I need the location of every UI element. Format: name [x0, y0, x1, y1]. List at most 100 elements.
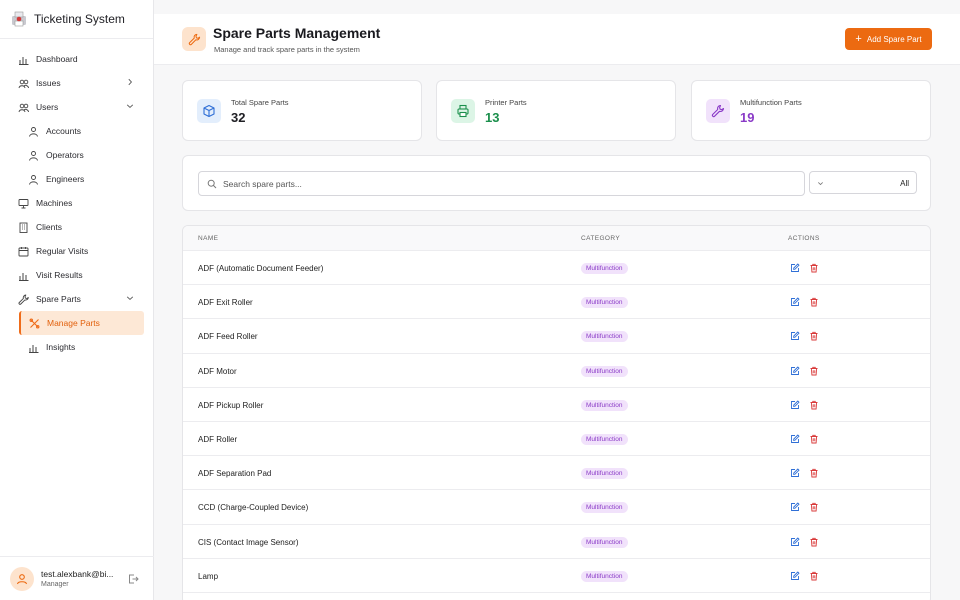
table-row: CCD (Charge-Coupled Device) Multifunction	[183, 490, 930, 525]
delete-icon[interactable]	[809, 263, 819, 273]
sidebar-item-issues[interactable]: Issues	[0, 71, 153, 95]
users-icon	[18, 102, 29, 113]
table-header: NAME CATEGORY ACTIONS	[183, 226, 930, 251]
printer-icon	[451, 99, 475, 123]
edit-icon[interactable]	[790, 400, 800, 410]
chevron-down-icon[interactable]	[126, 294, 134, 302]
sidebar-item-dashboard[interactable]: Dashboard	[0, 47, 153, 71]
package-icon	[197, 99, 221, 123]
edit-icon[interactable]	[790, 331, 800, 341]
sidebar-item-manage-parts[interactable]: Manage Parts	[19, 311, 144, 335]
category-badge: Multifunction	[581, 331, 628, 343]
stat-card-multifunction-parts: Multifunction Parts 19	[691, 80, 931, 141]
delete-icon[interactable]	[809, 571, 819, 581]
sidebar-item-operators[interactable]: Operators	[0, 143, 153, 167]
wrench-icon	[18, 294, 29, 305]
sidebar-item-label: Accounts	[46, 126, 81, 136]
spare-parts-table: NAME CATEGORY ACTIONS ADF (Automatic Doc…	[182, 225, 931, 600]
delete-icon[interactable]	[809, 366, 819, 376]
category-badge: Multifunction	[581, 570, 628, 582]
user-icon	[28, 150, 39, 161]
sidebar-item-label: Engineers	[46, 174, 85, 184]
category-badge: Multifunction	[581, 433, 628, 445]
stat-card-total-spare-parts: Total Spare Parts 32	[182, 80, 422, 141]
logout-icon[interactable]	[127, 573, 139, 585]
page-title: Spare Parts Management	[213, 25, 381, 41]
part-name: ADF Feed Roller	[198, 332, 258, 342]
table-row: ADF (Automatic Document Feeder) Multifunc…	[183, 251, 930, 286]
edit-icon[interactable]	[790, 297, 800, 307]
sidebar-item-regular-visits[interactable]: Regular Visits	[0, 239, 153, 263]
chevron-right-icon[interactable]	[126, 78, 134, 86]
add-spare-part-button[interactable]: + Add Spare Part	[845, 28, 932, 50]
sidebar-item-engineers[interactable]: Engineers	[0, 167, 153, 191]
user-role: Manager	[41, 581, 69, 588]
part-name: CCD (Charge-Coupled Device)	[198, 503, 309, 513]
sidebar-item-label: Spare Parts	[36, 294, 81, 304]
sidebar-item-visit-results[interactable]: Visit Results	[0, 263, 153, 287]
part-name: ADF Roller	[198, 434, 238, 444]
sidebar-item-label: Manage Parts	[47, 318, 100, 328]
category-badge: Multifunction	[581, 365, 628, 377]
delete-icon[interactable]	[809, 400, 819, 410]
plus-icon: +	[855, 32, 862, 45]
delete-icon[interactable]	[809, 297, 819, 307]
chevron-down-icon[interactable]	[126, 102, 134, 110]
avatar[interactable]	[10, 566, 34, 591]
app-title: Ticketing System	[34, 12, 125, 26]
wrench-icon	[706, 99, 730, 123]
category-filter-select[interactable]: All	[809, 171, 917, 194]
edit-icon[interactable]	[790, 263, 800, 273]
sidebar-item-spare-parts[interactable]: Spare Parts	[0, 287, 153, 311]
table-row: ADF Exit Roller Multifunction	[183, 285, 930, 320]
search-input[interactable]	[223, 176, 793, 192]
page-header: Spare Parts Management Manage and track …	[154, 14, 960, 65]
table-row: ADF Motor Multifunction	[183, 354, 930, 388]
sidebar-item-label: Machines	[36, 198, 73, 208]
search-box[interactable]	[198, 171, 805, 196]
user-icon	[28, 126, 39, 137]
edit-icon[interactable]	[790, 434, 800, 444]
sidebar-item-users[interactable]: Users	[0, 95, 153, 119]
stat-value: 19	[740, 110, 755, 125]
part-name: ADF (Automatic Document Feeder)	[198, 264, 324, 273]
delete-icon[interactable]	[809, 434, 819, 444]
user-icon	[28, 174, 39, 185]
sidebar-item-label: Clients	[36, 222, 62, 232]
edit-icon[interactable]	[790, 571, 800, 581]
delete-icon[interactable]	[809, 331, 819, 341]
sidebar-item-accounts[interactable]: Accounts	[0, 119, 153, 143]
app-logo-icon	[12, 11, 26, 27]
chart-bar-icon	[18, 270, 29, 281]
stat-label: Multifunction Parts	[740, 98, 802, 107]
sidebar-item-label: Regular Visits	[36, 246, 89, 256]
add-spare-part-label: Add Spare Part	[866, 34, 922, 44]
sidebar-item-machines[interactable]: Machines	[0, 191, 153, 215]
monitor-icon	[18, 198, 29, 209]
delete-icon[interactable]	[809, 502, 819, 512]
sidebar-item-label: Issues	[36, 78, 61, 88]
edit-icon[interactable]	[790, 366, 800, 376]
page-subtitle: Manage and track spare parts in the syst…	[214, 45, 360, 54]
stat-label: Total Spare Parts	[231, 98, 289, 107]
sidebar-item-clients[interactable]: Clients	[0, 215, 153, 239]
wrench-icon	[182, 27, 206, 51]
brand[interactable]: Ticketing System	[0, 0, 153, 39]
column-header-category: CATEGORY	[581, 235, 621, 242]
column-header-actions: ACTIONS	[788, 235, 820, 242]
chevron-down-icon	[818, 182, 823, 186]
edit-icon[interactable]	[790, 537, 800, 547]
part-name: ADF Separation Pad	[198, 469, 272, 479]
sidebar-item-label: Visit Results	[36, 270, 83, 280]
edit-icon[interactable]	[790, 502, 800, 512]
table-body: ADF (Automatic Document Feeder) Multifunc…	[183, 251, 930, 593]
delete-icon[interactable]	[809, 537, 819, 547]
search-icon	[207, 179, 217, 189]
part-name: ADF Pickup Roller	[198, 400, 264, 410]
sidebar: Ticketing System Dashboard Issues Users Acc…	[0, 0, 154, 600]
delete-icon[interactable]	[809, 468, 819, 478]
edit-icon[interactable]	[790, 468, 800, 478]
sidebar-item-insights[interactable]: Insights	[0, 335, 153, 359]
chart-bar-icon	[18, 54, 29, 65]
tools-icon	[29, 318, 40, 329]
